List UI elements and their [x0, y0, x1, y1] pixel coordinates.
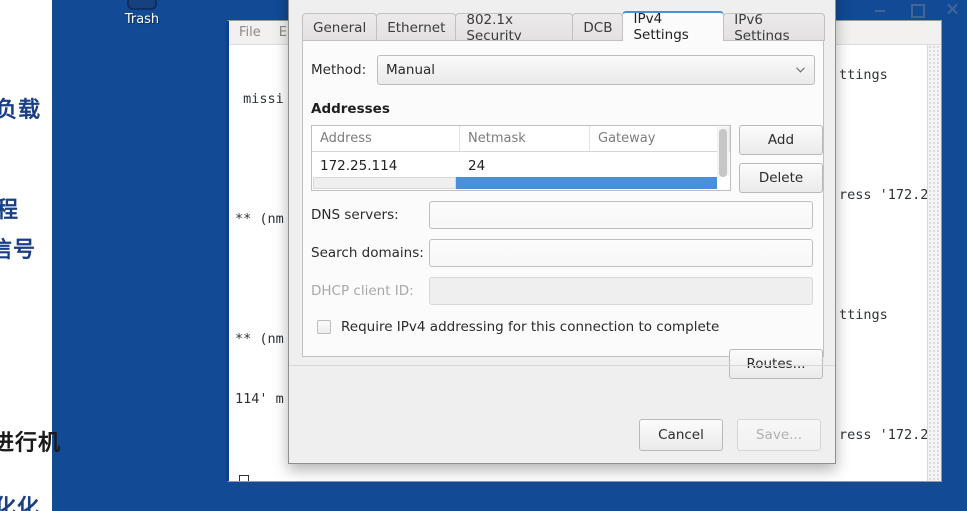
window-controls — [873, 2, 959, 18]
dhcp-client-id-input — [429, 277, 813, 305]
require-ipv4-label: Require IPv4 addressing for this connect… — [341, 319, 720, 335]
delete-button[interactable]: Delete — [739, 163, 823, 193]
addresses-vertical-scroll-thumb[interactable] — [719, 129, 727, 177]
tab-general[interactable]: General — [302, 13, 378, 41]
desktop-text-fragment-1: J负载 — [0, 98, 42, 123]
column-header-address[interactable]: Address — [312, 126, 460, 151]
desktop-text-fragment-3: 信号 — [0, 238, 37, 263]
addresses-table[interactable]: Address Netmask Gateway 172.25.114 24 — [311, 125, 731, 191]
addresses-vertical-scrollbar[interactable] — [717, 127, 729, 177]
maximize-icon[interactable] — [909, 2, 925, 18]
cancel-button[interactable]: Cancel — [639, 419, 723, 451]
addresses-title: Addresses — [311, 101, 390, 117]
tab-ethernet[interactable]: Ethernet — [376, 13, 457, 41]
search-domains-row: Search domains: — [311, 239, 813, 267]
menu-edit[interactable]: E — [279, 25, 287, 40]
screen: J负载 程 信号 进行机 化化 Trash File E missi ** (n… — [0, 0, 967, 511]
require-ipv4-row[interactable]: Require IPv4 addressing for this connect… — [317, 319, 719, 335]
trash-label: Trash — [124, 12, 160, 27]
dns-servers-label: DNS servers: — [311, 207, 399, 223]
terminal-scrollbar[interactable] — [927, 45, 941, 481]
dhcp-client-id-row: DHCP client ID: — [311, 277, 813, 305]
dialog-separator — [289, 365, 835, 366]
ipv4-settings-pane: Method: Manual Addresses Address Netmask… — [302, 40, 824, 379]
require-ipv4-checkbox[interactable] — [317, 320, 331, 334]
addresses-horizontal-scroll-thumb[interactable] — [313, 177, 456, 189]
cell-address[interactable]: 172.25.114 — [312, 152, 460, 179]
routes-button[interactable]: Routes... — [729, 349, 823, 379]
connection-editor-dialog: General Ethernet 802.1x Security DCB IPv… — [288, 0, 836, 464]
dialog-action-buttons: Cancel Save... — [639, 419, 821, 451]
dhcp-client-id-label: DHCP client ID: — [311, 283, 414, 299]
search-domains-label: Search domains: — [311, 245, 424, 261]
dns-servers-row: DNS servers: — [311, 201, 813, 229]
method-value: Manual — [386, 62, 436, 78]
add-button[interactable]: Add — [739, 125, 823, 155]
tab-dcb[interactable]: DCB — [572, 13, 624, 41]
chevron-down-icon — [796, 67, 805, 73]
method-select[interactable]: Manual — [377, 55, 815, 85]
trash-icon — [127, 0, 157, 10]
method-label: Method: — [311, 62, 367, 78]
table-row[interactable]: 172.25.114 24 — [312, 152, 730, 179]
column-header-netmask[interactable]: Netmask — [460, 126, 590, 151]
cell-gateway[interactable] — [590, 152, 730, 179]
desktop-icon-trash[interactable]: Trash — [110, 0, 174, 27]
column-header-gateway[interactable]: Gateway — [590, 126, 730, 151]
settings-tabs: General Ethernet 802.1x Security DCB IPv… — [302, 11, 825, 44]
desktop-text-fragment-5: 化化 — [0, 496, 41, 511]
save-button: Save... — [737, 419, 821, 451]
desktop-text-fragment-4: 进行机 — [0, 431, 62, 456]
desktop-text-fragment-2: 程 — [0, 198, 20, 223]
addresses-horizontal-scrollbar[interactable] — [313, 177, 717, 189]
tab-ipv4-settings[interactable]: IPv4 Settings — [622, 11, 725, 43]
close-icon[interactable] — [945, 2, 959, 16]
tab-ipv6-settings[interactable]: IPv6 Settings — [723, 12, 825, 44]
dns-servers-input[interactable] — [429, 201, 813, 229]
tab-8021x-security[interactable]: 802.1x Security — [455, 12, 574, 44]
minimize-icon[interactable] — [873, 2, 887, 16]
addresses-table-header: Address Netmask Gateway — [312, 126, 730, 152]
cell-netmask[interactable]: 24 — [460, 152, 590, 179]
terminal-cursor — [239, 475, 249, 481]
search-domains-input[interactable] — [429, 239, 813, 267]
method-row: Method: Manual — [311, 55, 815, 85]
menu-file[interactable]: File — [239, 25, 261, 40]
